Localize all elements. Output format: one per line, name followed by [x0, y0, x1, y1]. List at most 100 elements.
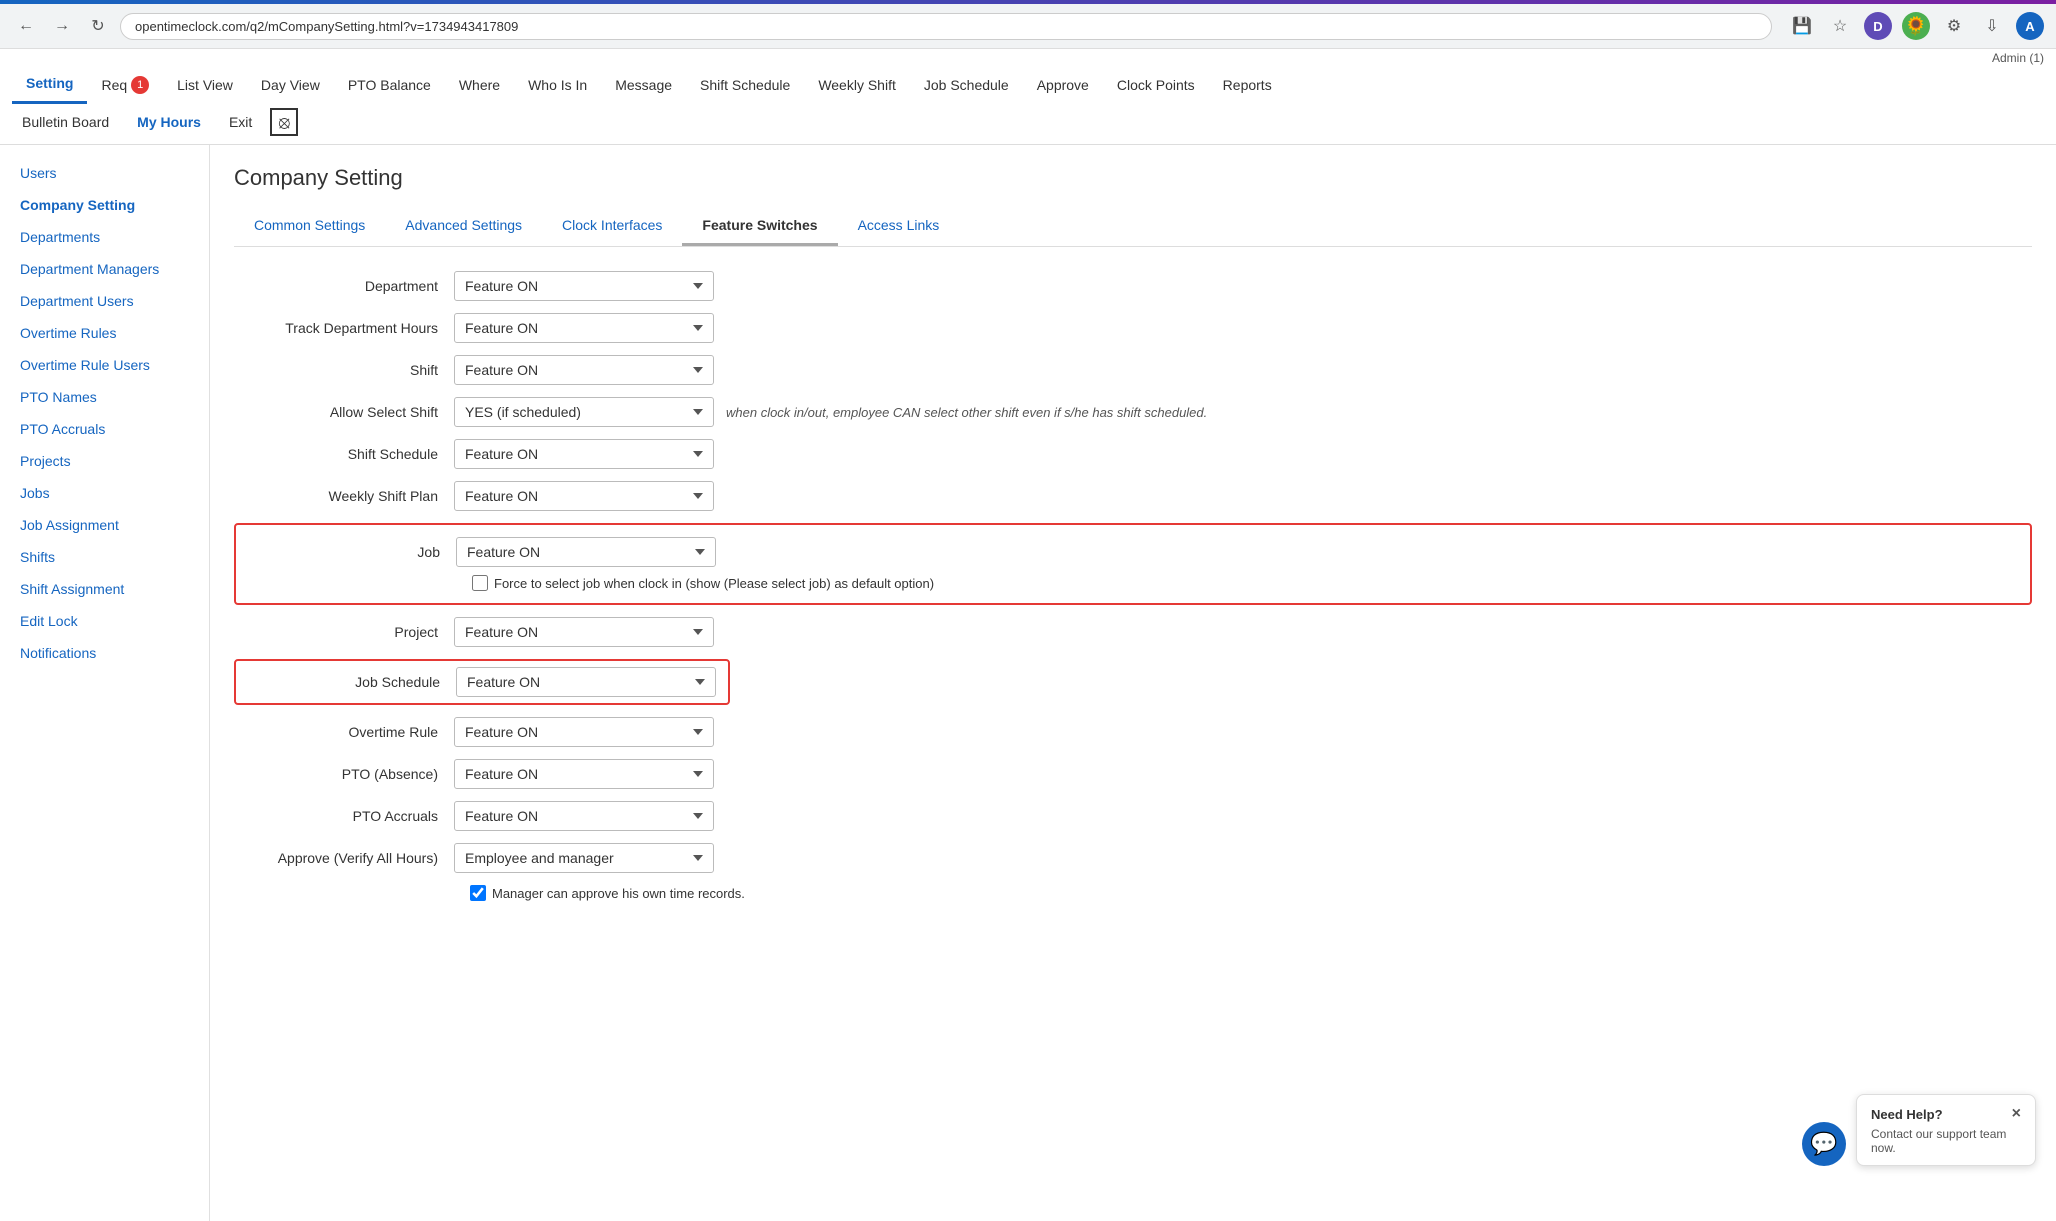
form-row-track-dept-hours: Track Department Hours Feature ON Featur…	[234, 313, 2032, 343]
tab-common-settings[interactable]: Common Settings	[234, 207, 385, 246]
extension-icon-d[interactable]: D	[1864, 12, 1892, 40]
sidebar-item-company-setting[interactable]: Company Setting	[0, 189, 209, 221]
extensions-icon[interactable]: ⚙	[1940, 12, 1968, 40]
label-weekly-shift-plan: Weekly Shift Plan	[234, 488, 454, 504]
sidebar-item-job-assignment[interactable]: Job Assignment	[0, 509, 209, 541]
select-weekly-shift-plan[interactable]: Feature ON Feature OFF	[454, 481, 714, 511]
label-track-dept-hours: Track Department Hours	[234, 320, 454, 336]
tab-feature-switches[interactable]: Feature Switches	[682, 207, 837, 246]
help-title: Need Help?	[1871, 1107, 1943, 1122]
sidebar-item-department-managers[interactable]: Department Managers	[0, 253, 209, 285]
label-job-schedule: Job Schedule	[236, 674, 456, 690]
nav-where[interactable]: Where	[445, 67, 514, 103]
label-department: Department	[234, 278, 454, 294]
nav-top: Setting Req 1 List View Day View PTO Bal…	[0, 65, 2056, 104]
form-row-allow-select-shift: Allow Select Shift YES (if scheduled) YE…	[234, 397, 2032, 427]
help-avatar[interactable]: 💬	[1802, 1122, 1846, 1166]
manager-approve-label: Manager can approve his own time records…	[492, 886, 745, 901]
manager-approve-checkbox[interactable]	[470, 885, 486, 901]
sidebar-item-pto-names[interactable]: PTO Names	[0, 381, 209, 413]
select-shift[interactable]: Feature ON Feature OFF	[454, 355, 714, 385]
nav-bulletin-board[interactable]: Bulletin Board	[12, 110, 119, 134]
nav-day-view[interactable]: Day View	[247, 67, 334, 103]
form-row-approve: Approve (Verify All Hours) Employee and …	[234, 843, 2032, 873]
label-pto-absence: PTO (Absence)	[234, 766, 454, 782]
tab-clock-interfaces[interactable]: Clock Interfaces	[542, 207, 682, 246]
nav-who-is-in[interactable]: Who Is In	[514, 67, 601, 103]
label-shift-schedule: Shift Schedule	[234, 446, 454, 462]
nav-weekly-shift[interactable]: Weekly Shift	[804, 67, 910, 103]
nav-my-hours[interactable]: My Hours	[127, 110, 211, 134]
nav-approve[interactable]: Approve	[1023, 67, 1103, 103]
sidebar: Users Company Setting Departments Depart…	[0, 145, 210, 1221]
nav-clock-points[interactable]: Clock Points	[1103, 67, 1209, 103]
nav-req[interactable]: Req 1	[87, 66, 163, 104]
form-row-department: Department Feature ON Feature OFF	[234, 271, 2032, 301]
sidebar-item-pto-accruals[interactable]: PTO Accruals	[0, 413, 209, 445]
label-project: Project	[234, 624, 454, 640]
select-job-schedule[interactable]: Feature ON Feature OFF	[456, 667, 716, 697]
sidebar-item-edit-lock[interactable]: Edit Lock	[0, 605, 209, 637]
select-approve[interactable]: Employee and manager Manager only Employ…	[454, 843, 714, 873]
form-row-project: Project Feature ON Feature OFF	[234, 617, 2032, 647]
select-job[interactable]: Feature ON Feature OFF	[456, 537, 716, 567]
main-content: Company Setting Common Settings Advanced…	[210, 145, 2056, 1221]
nav-bottom: Bulletin Board My Hours Exit ⦻	[0, 104, 2056, 144]
form-row-pto-absence: PTO (Absence) Feature ON Feature OFF	[234, 759, 2032, 789]
sidebar-item-projects[interactable]: Projects	[0, 445, 209, 477]
select-track-dept-hours[interactable]: Feature ON Feature OFF	[454, 313, 714, 343]
form-row-shift: Shift Feature ON Feature OFF	[234, 355, 2032, 385]
browser-icons: 💾 ☆ D 🌻 ⚙ ⇩ A	[1788, 12, 2044, 40]
tab-access-links[interactable]: Access Links	[838, 207, 960, 246]
page-title: Company Setting	[234, 165, 2032, 191]
app-header: Admin (1) Setting Req 1 List View Day Vi…	[0, 49, 2056, 145]
download-icon[interactable]: ⇩	[1978, 12, 2006, 40]
nav-pto-balance[interactable]: PTO Balance	[334, 67, 445, 103]
nav-reports[interactable]: Reports	[1209, 67, 1286, 103]
select-department[interactable]: Feature ON Feature OFF	[454, 271, 714, 301]
sidebar-item-shift-assignment[interactable]: Shift Assignment	[0, 573, 209, 605]
sidebar-item-notifications[interactable]: Notifications	[0, 637, 209, 669]
form-row-weekly-shift-plan: Weekly Shift Plan Feature ON Feature OFF	[234, 481, 2032, 511]
tab-advanced-settings[interactable]: Advanced Settings	[385, 207, 542, 246]
sidebar-item-departments[interactable]: Departments	[0, 221, 209, 253]
select-overtime-rule[interactable]: Feature ON Feature OFF	[454, 717, 714, 747]
sidebar-item-shifts[interactable]: Shifts	[0, 541, 209, 573]
url-bar[interactable]	[120, 13, 1772, 40]
save-icon[interactable]: 💾	[1788, 12, 1816, 40]
job-checkbox-row: Force to select job when clock in (show …	[236, 575, 2018, 591]
select-allow-select-shift[interactable]: YES (if scheduled) YES (always) NO	[454, 397, 714, 427]
sidebar-item-jobs[interactable]: Jobs	[0, 477, 209, 509]
job-schedule-highlight-box: Job Schedule Feature ON Feature OFF	[234, 659, 730, 705]
help-close-button[interactable]: ×	[2012, 1105, 2021, 1123]
select-project[interactable]: Feature ON Feature OFF	[454, 617, 714, 647]
sidebar-item-overtime-rule-users[interactable]: Overtime Rule Users	[0, 349, 209, 381]
sidebar-item-users[interactable]: Users	[0, 157, 209, 189]
hint-allow-select-shift: when clock in/out, employee CAN select o…	[726, 405, 1207, 420]
reload-button[interactable]: ↻	[84, 12, 112, 40]
select-pto-accruals[interactable]: Feature ON Feature OFF	[454, 801, 714, 831]
star-icon[interactable]: ☆	[1826, 12, 1854, 40]
back-button[interactable]: ←	[12, 12, 40, 40]
sidebar-item-overtime-rules[interactable]: Overtime Rules	[0, 317, 209, 349]
forward-button[interactable]: →	[48, 12, 76, 40]
fullscreen-icon[interactable]: ⦻	[270, 108, 298, 136]
nav-shift-schedule[interactable]: Shift Schedule	[686, 67, 804, 103]
extension-icon-flower[interactable]: 🌻	[1902, 12, 1930, 40]
form-row-overtime-rule: Overtime Rule Feature ON Feature OFF	[234, 717, 2032, 747]
form-row-shift-schedule: Shift Schedule Feature ON Feature OFF	[234, 439, 2032, 469]
profile-avatar[interactable]: A	[2016, 12, 2044, 40]
job-force-checkbox[interactable]	[472, 575, 488, 591]
nav-exit[interactable]: Exit	[219, 110, 262, 134]
nav-job-schedule[interactable]: Job Schedule	[910, 67, 1023, 103]
label-job: Job	[236, 544, 456, 560]
label-shift: Shift	[234, 362, 454, 378]
select-shift-schedule[interactable]: Feature ON Feature OFF	[454, 439, 714, 469]
nav-message[interactable]: Message	[601, 67, 686, 103]
select-pto-absence[interactable]: Feature ON Feature OFF	[454, 759, 714, 789]
app-body: Users Company Setting Departments Depart…	[0, 145, 2056, 1221]
manager-checkbox-row: Manager can approve his own time records…	[234, 885, 2032, 901]
nav-list-view[interactable]: List View	[163, 67, 247, 103]
nav-setting[interactable]: Setting	[12, 65, 87, 104]
sidebar-item-department-users[interactable]: Department Users	[0, 285, 209, 317]
